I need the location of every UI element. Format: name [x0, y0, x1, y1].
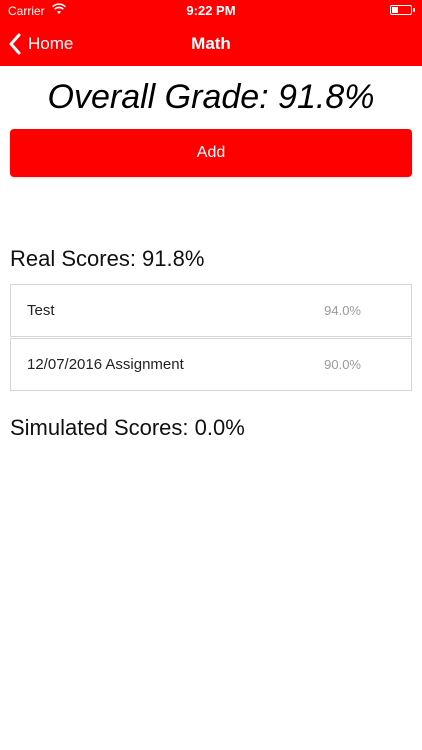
- navigation-bar: Home Math: [0, 22, 422, 66]
- battery-nub: [413, 8, 415, 12]
- add-button-label: Add: [196, 144, 226, 161]
- score-row[interactable]: 12/07/2016 Assignment 90.0%: [10, 338, 412, 391]
- battery-level: [392, 7, 398, 13]
- score-value: 90.0%: [324, 357, 361, 372]
- simulated-scores-title: Simulated Scores: 0.0%: [10, 415, 245, 440]
- nav-title: Math: [191, 34, 231, 53]
- score-value: 94.0%: [324, 303, 361, 318]
- battery-icon: [390, 5, 415, 15]
- real-scores-list: Test 94.0% 12/07/2016 Assignment 90.0%: [10, 284, 412, 391]
- overall-grade: Overall Grade: 91.8%: [47, 78, 375, 116]
- real-scores-title: Real Scores: 91.8%: [10, 246, 205, 271]
- add-button[interactable]: Add: [10, 129, 412, 177]
- score-row[interactable]: Test 94.0%: [10, 284, 412, 337]
- score-name: 12/07/2016 Assignment: [27, 356, 184, 373]
- status-time: 9:22 PM: [186, 3, 236, 18]
- top-bar: Carrier 9:22 PM Home Math: [0, 0, 422, 66]
- screen: Carrier 9:22 PM Home Math Overall Grade:…: [0, 0, 422, 750]
- score-name: Test: [27, 302, 55, 319]
- status-bar: Carrier 9:22 PM: [0, 0, 422, 22]
